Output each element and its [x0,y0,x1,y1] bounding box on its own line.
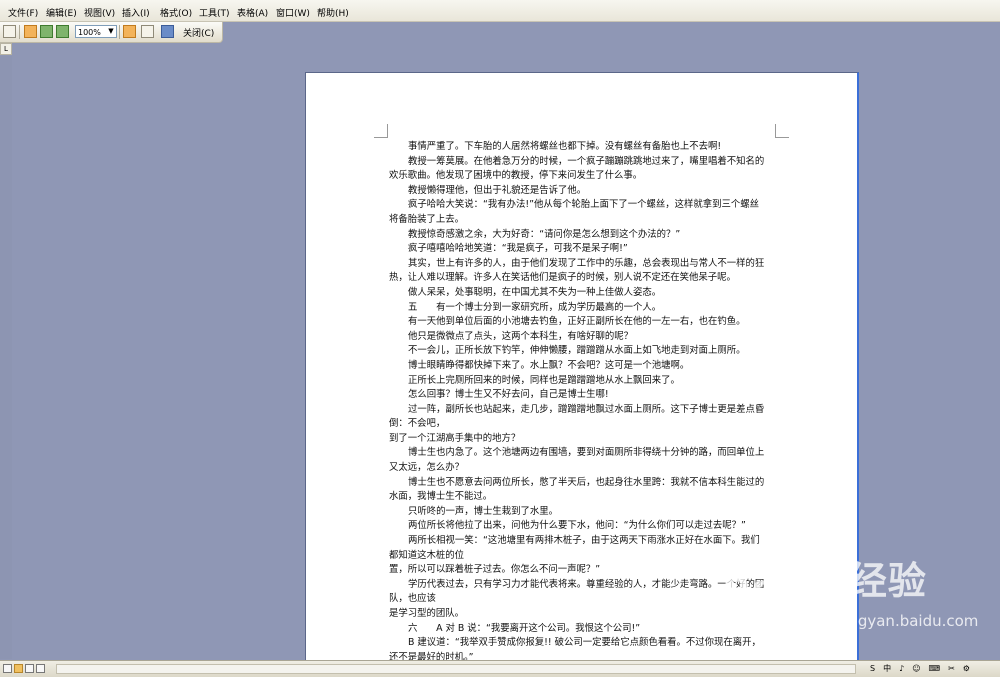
document-line: 将备胎装了上去。 [389,213,465,225]
menu-item[interactable]: 工具(T) [199,6,230,19]
document-line: 又太远，怎么办？ [389,462,465,474]
web-view-icon[interactable] [14,664,23,673]
close-preview-button[interactable]: 关闭(C) [183,26,214,39]
menu-item[interactable]: 编辑(E) [46,6,77,19]
view-ruler-icon[interactable] [123,25,136,38]
document-line: 欢乐歌曲。他发现了困境中的教授，停下来问发生了什么事。 [389,170,643,182]
document-line: 做人呆呆，处事聪明，在中国尤其不失为一种上佳做人姿态。 [408,286,662,298]
document-line: 教授惊奇感激之余，大为好奇：“请问你是怎么想到这个办法的？” [408,228,681,240]
document-line: 置，所以可以踩着桩子过去。你怎么不问一声呢？” [389,564,601,576]
document-line: 队，也应该 [389,593,436,605]
document-page: 事情严重了。下车胎的人居然将螺丝也都下掉。没有螺丝有备胎也上不去啊! 教授一筹莫展… [305,72,859,665]
full-screen-icon[interactable] [161,25,174,38]
print-preview-toolbar: 100% ▼ 关闭(C) [0,22,223,43]
vertical-ruler-area [0,56,12,659]
shrink-to-fit-icon[interactable] [141,25,154,38]
document-body: 事情严重了。下车胎的人居然将螺丝也都下掉。没有螺丝有备胎也上不去啊! 教授一筹莫展… [389,140,781,665]
crop-mark [374,124,388,138]
menu-item[interactable]: 格式(O) [160,6,192,19]
menu-item[interactable]: 帮助(H) [317,6,349,19]
status-bar: S 中 ♪ ☺ ⌨ ✂ ⚙ [0,660,1000,677]
crop-mark [775,124,789,138]
document-line: 倒：不会吧， [389,418,446,430]
toolbar-separator [19,25,20,39]
tray-icon[interactable]: S [870,664,875,673]
document-line: 疯子嘻嘻哈哈地笑道：“我是疯子，可我不是呆子啊!” [408,243,628,255]
toolbar-separator [119,25,120,39]
document-line: 只听咚的一声，博士生栽到了水里。 [408,505,559,517]
document-line: 六 A 对 B 说：“我要离开这个公司。我恨这个公司!” [408,622,641,634]
document-line: 水面，我博士生不能过。 [389,491,493,503]
ruler-tab-selector[interactable]: L [0,43,12,55]
document-line: 过一阵，副所长也站起来，走几步，蹭蹭蹭地飘过水面上厕所。这下子博士更是差点昏 [408,403,765,415]
menu-item[interactable]: 窗口(W) [276,6,310,19]
document-line: 其实，世上有许多的人，由于他们发现了工作中的乐趣，总会表现出与常人不一样的狂 [408,257,765,269]
tray-icon[interactable]: ♪ [899,664,904,673]
document-line: 不一会儿，正所长放下钓竿，伸伸懒腰，蹭蹭蹭从水面上如飞地走到对面上厕所。 [408,345,746,357]
document-line: 教授懒得理他，但出于礼貌还是告诉了他。 [408,184,587,196]
document-line: 博士生也不愿意去问两位所长，憋了半天后，也起身往水里跨：我就不信本科生能过的 [408,476,765,488]
print-view-icon[interactable] [25,664,34,673]
watermark-url: jingyan.baidu.com [840,612,979,630]
outline-view-icon[interactable] [36,664,45,673]
magnifier-icon[interactable] [24,25,37,38]
document-line: 热，让人难以理解。许多人在笑话他们是疯子的时候，别人说不定还在笑他呆子呢。 [389,272,736,284]
document-line: 正所长上完厕所回来的时候，同样也是蹭蹭蹭地从水上飘回来了。 [408,374,680,386]
document-line: 博士生也内急了。这个池塘两边有围墙，要到对面厕所非得绕十分钟的路，而回单位上 [408,447,765,459]
tray-icon[interactable]: ✂ [948,664,955,673]
tray-icon[interactable]: 中 [883,664,891,673]
menu-item[interactable]: 视图(V) [84,6,115,19]
document-line: 五 有一个博士分到一家研究所，成为学历最高的一个人。 [408,301,662,313]
document-line: 博士眼睛睁得都快掉下来了。水上飘？不会吧？这可是一个池塘啊。 [408,359,690,371]
horizontal-scrollbar[interactable] [56,664,856,674]
document-line: 是学习型的团队。 [389,608,465,619]
document-line: 学历代表过去，只有学习力才能代表将来。尊重经验的人，才能少走弯路。一个好的团 [408,578,765,590]
one-page-icon[interactable] [40,25,53,38]
document-line: 事情严重了。下车胎的人居然将螺丝也都下掉。没有螺丝有备胎也上不去啊! [408,141,722,152]
document-line: 两所长相视一笑：“这池塘里有两排木桩子，由于这两天下雨涨水正好在水面下。我们 [408,535,760,547]
menu-item[interactable]: 表格(A) [237,6,268,19]
document-line: 两位所长将他拉了出来，问他为什么要下水，他问：“为什么你们可以走过去呢？” [408,520,746,532]
document-line: 到了一个江湖高手集中的地方？ [389,432,521,444]
tray-icon[interactable]: ⚙ [963,664,970,673]
tray-icon[interactable]: ☺ [912,664,920,673]
normal-view-icon[interactable] [3,664,12,673]
document-line: B 建议道：“我举双手赞成你报复!! 破公司一定要给它点颜色看看。不过你现在离开… [408,637,761,649]
system-tray: S 中 ♪ ☺ ⌨ ✂ ⚙ [870,663,1000,675]
document-line: 教授一筹莫展。在他着急万分的时候，一个疯子蹦蹦跳跳地过来了，嘴里唱着不知名的 [408,155,765,167]
multiple-pages-icon[interactable] [56,25,69,38]
menu-item[interactable]: 文件(F) [8,6,38,19]
menu-bar: 文件(F) 编辑(E) 视图(V) 插入(I) 格式(O) 工具(T) 表格(A) 窗口(W)… [0,0,1000,22]
document-line: 怎么回事？博士生又不好去问，自己是博士生哪! [408,389,609,401]
menu-item[interactable]: 插入(I) [122,6,150,19]
document-line: 疯子哈哈大笑说：“我有办法!”他从每个轮胎上面下了一个螺丝，这样就拿到三个螺丝 [408,199,759,211]
print-icon[interactable] [3,25,16,38]
document-line: 他只是微微点了点头，这两个本科生，有啥好聊的呢？ [408,330,634,342]
tray-icon[interactable]: ⌨ [929,664,941,673]
document-line: 都知道这木桩的位 [389,549,465,561]
document-line: 有一天他到单位后面的小池塘去钓鱼，正好正副所长在他的一左一右，也在钓鱼。 [408,316,746,328]
chevron-down-icon[interactable]: ▼ [106,26,116,37]
